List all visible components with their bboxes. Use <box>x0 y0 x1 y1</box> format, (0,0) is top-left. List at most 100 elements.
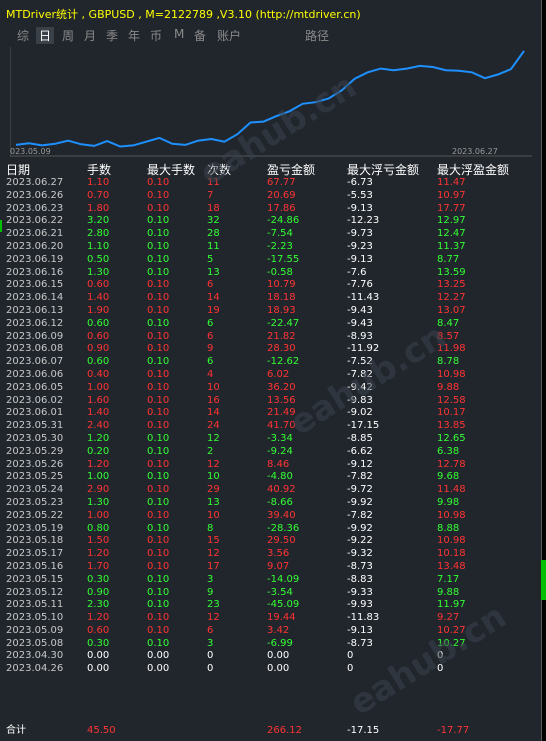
cell-pl: -4.80 <box>267 471 293 483</box>
cell-max-float-profit: 13.07 <box>437 304 466 316</box>
cell-lots: 0.60 <box>87 356 110 368</box>
cell-date: 2023.05.15 <box>6 573 64 585</box>
cell-count: 15 <box>207 535 220 547</box>
cell-lots: 1.00 <box>87 381 110 393</box>
table-row: 2023.04.26 0.00 0.00 0 0.00 0 0 <box>0 663 541 676</box>
cell-pl: 36.20 <box>267 381 296 393</box>
cell-max-lots: 0.10 <box>147 177 170 188</box>
cell-pl: -8.66 <box>267 496 293 508</box>
cell-max-float-loss: 0 <box>347 663 354 675</box>
cell-count: 12 <box>207 548 220 560</box>
scroll-marker[interactable] <box>541 560 546 600</box>
cell-date: 2023.04.26 <box>6 663 64 675</box>
cell-lots: 0.60 <box>87 624 110 636</box>
cell-pl: -22.47 <box>267 317 300 329</box>
cell-count: 6 <box>207 624 214 636</box>
cell-date: 2023.06.22 <box>6 215 64 227</box>
tab-9[interactable]: 账户 <box>217 27 241 44</box>
cell-pl: 28.30 <box>267 343 296 355</box>
tab-0[interactable]: 综 <box>17 27 29 44</box>
total-max-float-loss: -17.15 <box>347 725 380 736</box>
table-row: 2023.05.26 1.20 0.10 12 8.46 -9.12 12.78 <box>0 459 541 472</box>
header-max-lots: 最大手数 <box>147 163 196 177</box>
cell-max-float-loss: -9.22 <box>347 535 373 547</box>
cell-pl: -9.24 <box>267 445 293 457</box>
cell-date: 2023.05.16 <box>6 560 64 572</box>
cell-max-lots: 0.10 <box>147 368 170 380</box>
tab-4[interactable]: 季 <box>106 27 118 44</box>
tab-10[interactable]: 路径 <box>305 27 329 44</box>
tab-3[interactable]: 月 <box>84 27 96 44</box>
cell-max-lots: 0.10 <box>147 407 170 419</box>
cell-lots: 0.40 <box>87 368 110 380</box>
cell-max-float-loss: -9.72 <box>347 484 373 496</box>
cell-date: 2023.05.26 <box>6 458 64 470</box>
cell-lots: 1.70 <box>87 560 110 572</box>
tab-8[interactable]: 备 <box>194 27 206 44</box>
cell-max-float-loss: -7.82 <box>347 471 373 483</box>
cell-max-float-loss: -9.92 <box>347 496 373 508</box>
cell-pl: 20.69 <box>267 189 296 201</box>
cell-date: 2023.06.01 <box>6 407 64 419</box>
cell-lots: 1.40 <box>87 292 110 304</box>
cell-max-float-loss: -12.23 <box>347 215 380 227</box>
header-pl: 盈亏金额 <box>267 163 316 177</box>
cell-max-float-profit: 10.98 <box>437 368 466 380</box>
cell-lots: 1.80 <box>87 202 110 214</box>
cell-date: 2023.05.08 <box>6 637 64 649</box>
cell-pl: -7.54 <box>267 228 293 240</box>
cell-date: 2023.05.23 <box>6 496 64 508</box>
table-row: 2023.06.14 1.40 0.10 14 18.18 -11.43 12.27 <box>0 292 541 305</box>
cell-date: 2023.05.09 <box>6 624 64 636</box>
tab-7[interactable]: M <box>174 27 184 41</box>
cell-max-lots: 0.10 <box>147 189 170 201</box>
cell-date: 2023.06.07 <box>6 356 64 368</box>
total-label: 合计 <box>6 725 26 736</box>
cell-max-float-loss: -8.93 <box>347 330 373 342</box>
cell-max-lots: 0.10 <box>147 573 170 585</box>
window-title: MTDriver统计 , GBPUSD , M=2122789 ,V3.10 (… <box>6 8 361 21</box>
tab-5[interactable]: 年 <box>128 27 140 44</box>
cell-max-lots: 0.10 <box>147 215 170 227</box>
cell-count: 23 <box>207 599 220 611</box>
table-row: 2023.06.16 1.30 0.10 13 -0.58 -7.6 13.59 <box>0 267 541 280</box>
cell-max-float-loss: -5.53 <box>347 189 373 201</box>
table-row: 2023.06.23 1.80 0.10 18 17.86 -9.13 17.77 <box>0 203 541 216</box>
table-row: 2023.05.16 1.70 0.10 17 9.07 -8.73 13.48 <box>0 561 541 574</box>
cell-max-float-profit: 12.27 <box>437 292 466 304</box>
cell-pl: 0.00 <box>267 663 290 675</box>
cell-max-lots: 0.10 <box>147 381 170 393</box>
table-row: 2023.06.13 1.90 0.10 19 18.93 -9.43 13.07 <box>0 305 541 318</box>
table-row: 2023.06.21 2.80 0.10 28 -7.54 -9.73 12.47 <box>0 228 541 241</box>
cell-max-float-loss: -9.43 <box>347 317 373 329</box>
cell-date: 2023.06.05 <box>6 381 64 393</box>
cell-max-float-loss: -8.83 <box>347 573 373 585</box>
cell-max-float-profit: 10.98 <box>437 535 466 547</box>
cell-count: 3 <box>207 637 214 649</box>
cell-max-float-loss: -8.85 <box>347 432 373 444</box>
cell-date: 2023.06.15 <box>6 279 64 291</box>
cell-max-lots: 0.10 <box>147 240 170 252</box>
cell-date: 2023.06.16 <box>6 266 64 278</box>
cell-max-float-loss: -9.23 <box>347 240 373 252</box>
cell-lots: 2.90 <box>87 484 110 496</box>
cell-max-lots: 0.10 <box>147 292 170 304</box>
cell-max-float-loss: -9.13 <box>347 202 373 214</box>
cell-lots: 1.10 <box>87 177 110 188</box>
cell-lots: 2.30 <box>87 599 110 611</box>
cell-pl: -3.54 <box>267 586 293 598</box>
cell-count: 17 <box>207 560 220 572</box>
table-row: 2023.06.12 0.60 0.10 6 -22.47 -9.43 8.47 <box>0 318 541 331</box>
tab-2[interactable]: 周 <box>62 27 74 44</box>
cell-max-float-loss: -9.92 <box>347 522 373 534</box>
cell-lots: 1.20 <box>87 432 110 444</box>
cell-max-float-profit: 12.97 <box>437 215 466 227</box>
cell-date: 2023.06.13 <box>6 304 64 316</box>
total-max-float-profit: -17.77 <box>437 725 470 736</box>
cell-count: 3 <box>207 573 214 585</box>
cell-max-float-profit: 13.25 <box>437 279 466 291</box>
cell-pl: 0.00 <box>267 650 290 662</box>
tab-1[interactable]: 日 <box>36 27 55 44</box>
tab-6[interactable]: 币 <box>150 27 162 44</box>
cell-max-lots: 0.10 <box>147 535 170 547</box>
